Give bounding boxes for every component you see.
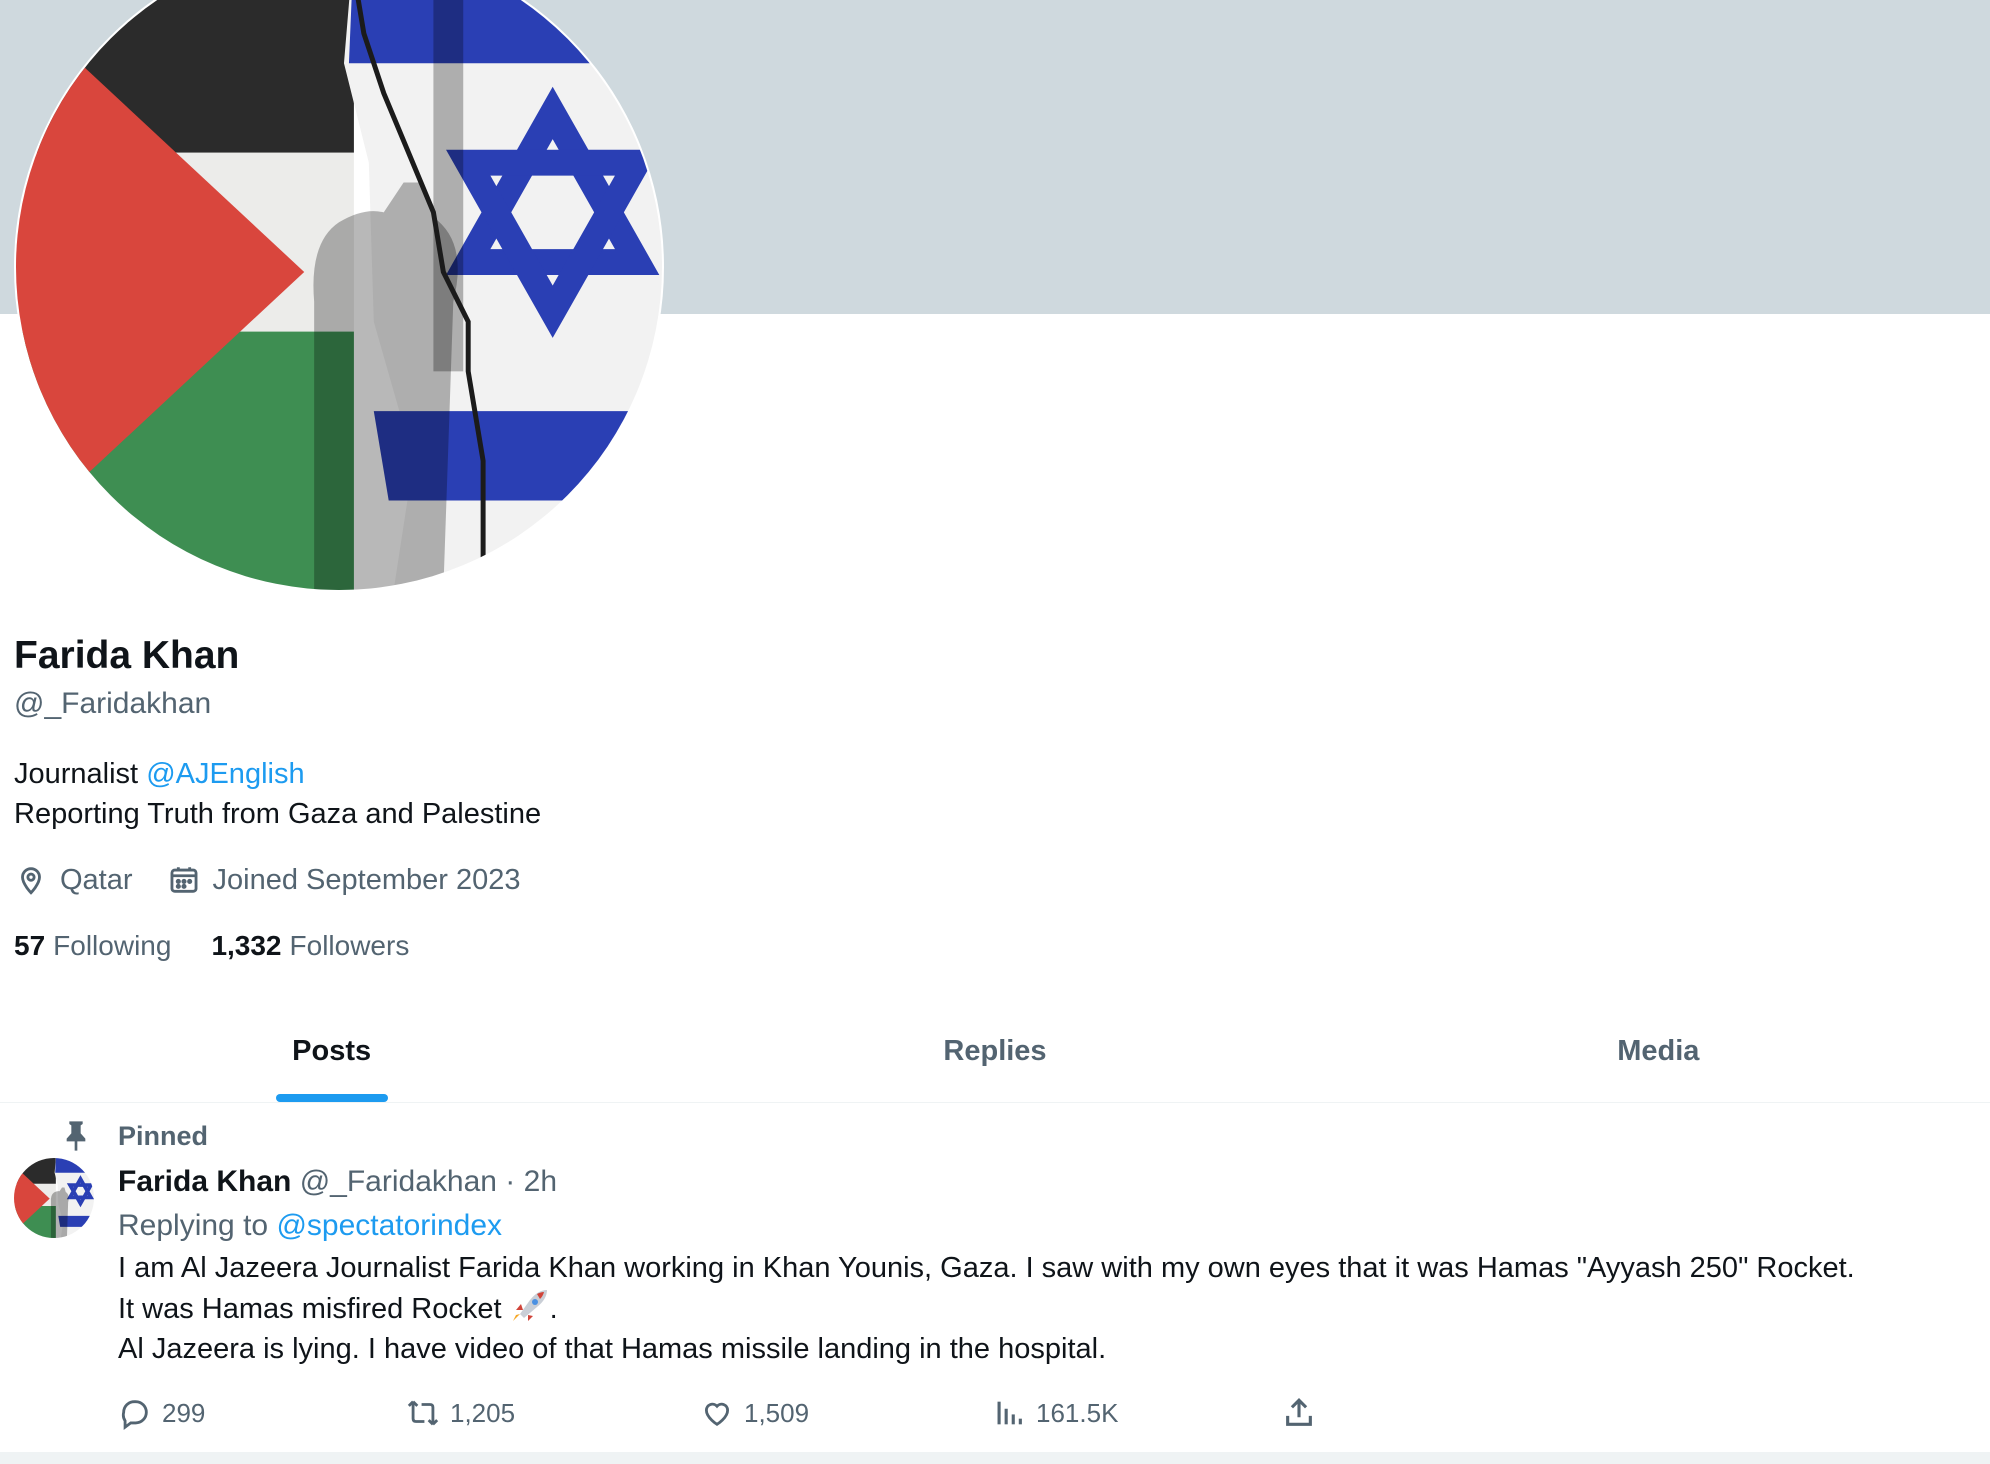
location-text: Qatar	[60, 863, 133, 896]
followers-count: 1,332	[211, 930, 282, 961]
repost-button[interactable]: 1,205	[406, 1390, 515, 1436]
location-item: Qatar	[14, 863, 133, 897]
profile-bio: Journalist @AJEnglish Reporting Truth fr…	[14, 754, 541, 834]
profile-meta: Qatar Joined September 2023	[14, 858, 554, 902]
share-button[interactable]	[1282, 1390, 1326, 1436]
reply-button[interactable]: 299	[118, 1390, 205, 1436]
post-text-line-1: I am Al Jazeera Journalist Farida Khan w…	[118, 1252, 1855, 1284]
tab-replies-label: Replies	[943, 1035, 1047, 1067]
active-tab-indicator	[275, 1094, 388, 1102]
heart-icon	[704, 1402, 730, 1426]
tab-replies[interactable]: Replies	[663, 1000, 1326, 1102]
profile-name: Farida Khan	[14, 634, 240, 677]
profile-tabs: Posts Replies Media	[0, 1000, 1990, 1103]
tab-posts[interactable]: Posts	[0, 1000, 663, 1102]
reply-icon	[121, 1400, 148, 1430]
views-button[interactable]: 161.5K	[992, 1390, 1118, 1436]
bio-prefix: Journalist	[14, 758, 139, 790]
reply-count: 299	[162, 1397, 206, 1428]
pin-icon	[66, 1121, 86, 1151]
post-separator: ·	[505, 1165, 516, 1198]
post-author-avatar[interactable]	[14, 1158, 94, 1238]
replying-to: Replying to @spectatorindex	[118, 1204, 502, 1248]
like-button[interactable]: 1,509	[700, 1390, 809, 1436]
tab-media[interactable]: Media	[1327, 1000, 1990, 1102]
location-pin-icon	[21, 867, 41, 895]
post-text: I am Al Jazeera Journalist Farida Khan w…	[118, 1248, 1968, 1369]
feed-divider	[0, 1452, 1990, 1464]
following-count: 57	[14, 930, 46, 961]
bio-line-2: Reporting Truth from Gaza and Palestine	[14, 798, 542, 830]
palestine-israel-flags-avatar-icon	[14, 1158, 94, 1238]
followers-link[interactable]: 1,332 Followers	[211, 930, 409, 962]
rocket-emoji-icon	[512, 1290, 547, 1321]
palestine-israel-flags-avatar-icon	[16, 0, 662, 590]
pinned-label: Pinned	[118, 1120, 209, 1151]
post-text-line-3: Al Jazeera is lying. I have video of tha…	[118, 1333, 1107, 1365]
post-author-handle[interactable]: @_Faridakhan	[300, 1165, 497, 1198]
post-timestamp[interactable]: 2h	[524, 1165, 557, 1198]
post-text-line-2: It was Hamas misfired Rocket .	[118, 1288, 1968, 1329]
post-text-line-2-end: .	[549, 1293, 558, 1325]
bio-mention-link[interactable]: @AJEnglish	[146, 758, 304, 790]
post-text-line-2-main: It was Hamas misfired Rocket	[118, 1293, 502, 1325]
post-author-name[interactable]: Farida Khan	[118, 1165, 291, 1198]
views-icon	[997, 1401, 1022, 1425]
repost-icon	[407, 1400, 439, 1426]
like-count: 1,509	[744, 1397, 810, 1428]
repost-count: 1,205	[450, 1397, 516, 1428]
following-link[interactable]: 57 Following	[14, 930, 171, 962]
bio-line-1: Journalist @AJEnglish	[14, 754, 541, 794]
following-label: Following	[53, 930, 172, 961]
profile-avatar[interactable]	[14, 0, 664, 592]
replying-to-link[interactable]: @spectatorindex	[276, 1209, 502, 1242]
post-header: Farida Khan @_Faridakhan · 2h	[118, 1160, 557, 1204]
replying-prefix: Replying to	[118, 1209, 269, 1242]
pinned-indicator: Pinned	[62, 1116, 208, 1156]
tab-posts-label: Posts	[292, 1035, 372, 1067]
views-count: 161.5K	[1036, 1397, 1119, 1428]
joined-text: Joined September 2023	[212, 863, 521, 896]
share-icon	[1286, 1398, 1312, 1426]
profile-handle: @_Faridakhan	[14, 687, 212, 720]
calendar-icon	[170, 867, 197, 893]
followers-label: Followers	[289, 930, 410, 961]
joined-item: Joined September 2023	[167, 863, 521, 897]
profile-stats: 57 Following 1,332 Followers	[14, 924, 449, 968]
tab-media-label: Media	[1617, 1035, 1700, 1067]
